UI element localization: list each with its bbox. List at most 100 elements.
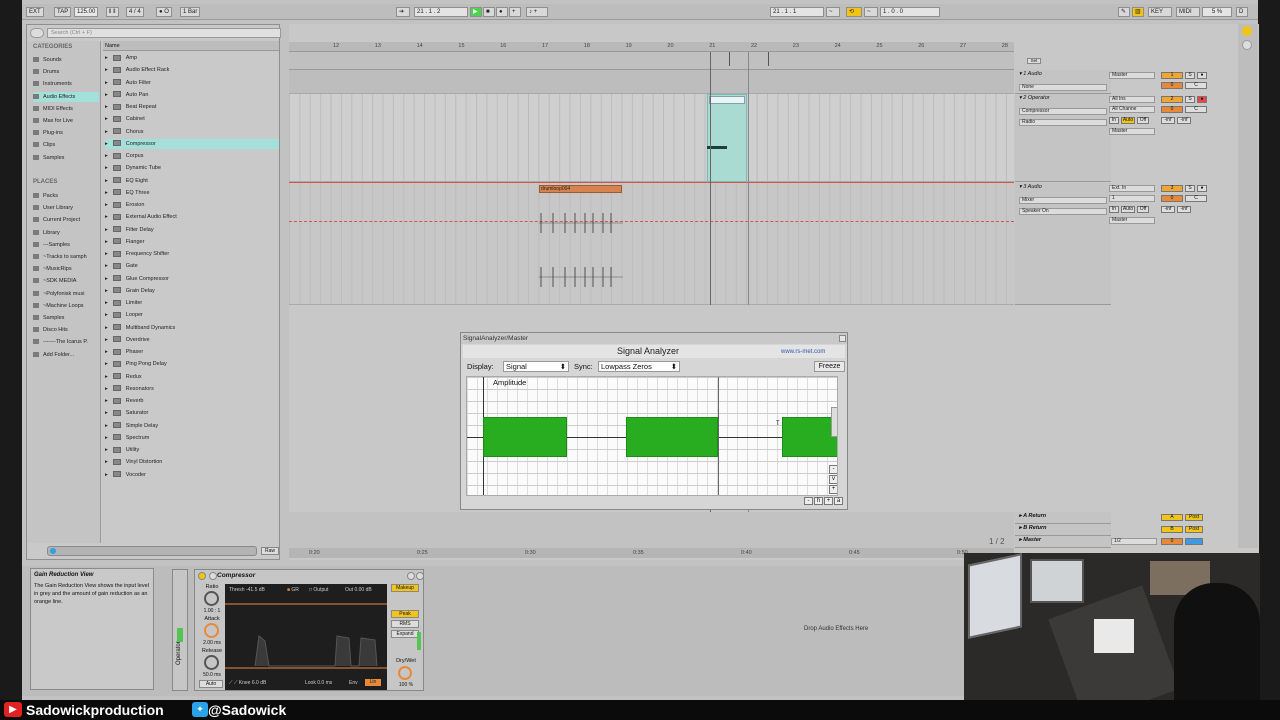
category-samples[interactable]: Samples bbox=[33, 153, 99, 163]
track-3-arm[interactable]: ● bbox=[1197, 185, 1207, 192]
h-zoom-button[interactable]: h bbox=[814, 497, 823, 505]
track-lane-1[interactable] bbox=[289, 70, 1014, 94]
browser-item-frequency-shifter[interactable]: ▸ Frequency Shifter bbox=[105, 249, 279, 259]
track-lane-3[interactable] bbox=[289, 183, 1014, 305]
h-zoom-button[interactable]: a bbox=[834, 497, 843, 505]
track-2-monitor-off[interactable]: Off bbox=[1137, 117, 1149, 124]
track-name-2[interactable]: ▾ 2 Operator bbox=[1019, 95, 1050, 101]
time-signature[interactable]: 4 / 4 bbox=[126, 7, 144, 17]
song-position[interactable]: 21 . 1 . 2 bbox=[414, 7, 468, 17]
track-2-midi-channel[interactable]: All Channe bbox=[1109, 106, 1155, 113]
selected-loop-region[interactable] bbox=[707, 94, 747, 182]
category-sounds[interactable]: Sounds bbox=[33, 55, 99, 65]
locator-area[interactable] bbox=[289, 52, 1014, 70]
return-a-name[interactable]: ▸ A Return bbox=[1019, 513, 1046, 519]
midi-map-button[interactable]: MIDI bbox=[1176, 7, 1200, 17]
automation-arm-button[interactable]: ♪ + bbox=[526, 7, 548, 17]
audio-clip-waveform[interactable] bbox=[539, 208, 623, 298]
follow-button[interactable]: ➔ bbox=[396, 7, 410, 17]
h-zoom-button[interactable]: - bbox=[804, 497, 813, 505]
gain-reduction-display[interactable]: Thresh -41.5 dB ■ GR □ Output Out 0.00 d… bbox=[225, 584, 387, 690]
browser-item-overdrive[interactable]: ▸ Overdrive bbox=[105, 335, 279, 345]
vertical-zoom[interactable]: - v + bbox=[829, 465, 837, 495]
auto-release-button[interactable]: Auto bbox=[199, 680, 223, 688]
preview-icon[interactable] bbox=[50, 548, 56, 554]
device-on-icon[interactable] bbox=[198, 572, 206, 580]
track-2-solo[interactable]: S bbox=[1185, 96, 1195, 103]
browser-item-vocoder[interactable]: ▸ Vocoder bbox=[105, 470, 279, 480]
device-title[interactable]: Compressor bbox=[217, 572, 255, 579]
place-item[interactable]: Packs bbox=[33, 191, 99, 201]
expand-button[interactable]: Expand bbox=[391, 630, 419, 638]
return-b-post[interactable]: Post bbox=[1185, 526, 1203, 533]
place-item[interactable]: ~MusicRips bbox=[33, 264, 99, 274]
track-3-pan[interactable]: C bbox=[1185, 195, 1207, 202]
time-ruler[interactable]: 0:20 0:25 0:30 0:35 0:40 0:45 0:50 bbox=[289, 548, 1014, 558]
browser-search-input[interactable]: Search (Ctrl + F) bbox=[47, 28, 281, 38]
sync-select[interactable]: Lowpass Zeros ⬍ bbox=[598, 361, 680, 372]
punch-out-button[interactable]: ~ bbox=[864, 7, 878, 17]
track-1-volume[interactable]: 0 bbox=[1161, 82, 1183, 89]
track-2-send-b[interactable]: -inf bbox=[1177, 117, 1191, 124]
browser-item-ping-pong-delay[interactable]: ▸ Ping Pong Delay bbox=[105, 359, 279, 369]
browser-item-compressor[interactable]: ▸ Compressor bbox=[105, 138, 279, 149]
master-pan[interactable] bbox=[1185, 538, 1203, 545]
place-item[interactable]: ~SDK MEDIA bbox=[33, 276, 99, 286]
track-3-activator[interactable]: 3 bbox=[1161, 185, 1183, 192]
category-drums[interactable]: Drums bbox=[33, 67, 99, 77]
display-select[interactable]: Signal ⬍ bbox=[503, 361, 569, 372]
tempo-field[interactable]: 125.00 bbox=[74, 7, 99, 17]
tap-tempo-button[interactable]: TAP bbox=[54, 7, 72, 17]
output-gain-readout[interactable]: Out 0.00 dB bbox=[345, 587, 372, 593]
browser-item-filter-delay[interactable]: ▸ Filter Delay bbox=[105, 225, 279, 235]
track-1-output[interactable]: Master bbox=[1109, 72, 1155, 79]
return-b-name[interactable]: ▸ B Return bbox=[1019, 525, 1047, 531]
browser-item-eq-eight[interactable]: ▸ EQ Eight bbox=[105, 176, 279, 186]
drywet-knob[interactable] bbox=[398, 666, 412, 680]
stop-button[interactable]: ■ bbox=[483, 7, 495, 17]
track-name-1[interactable]: ▾ 1 Audio bbox=[1019, 71, 1042, 77]
v-zoom-button[interactable]: + bbox=[829, 485, 837, 494]
place-item[interactable]: ~Machine Loops bbox=[33, 301, 99, 311]
master-volume[interactable]: 0 bbox=[1161, 538, 1183, 545]
track-3-monitor-in[interactable]: In bbox=[1109, 206, 1119, 213]
track-1-pan[interactable]: C bbox=[1185, 82, 1207, 89]
place-item[interactable]: ~Tracks to samph bbox=[33, 252, 99, 262]
browser-item-reverb[interactable]: ▸ Reverb bbox=[105, 396, 279, 406]
play-button[interactable]: ▶ bbox=[470, 7, 482, 17]
track-2-volume[interactable]: 0 bbox=[1161, 106, 1183, 113]
place-item[interactable]: Samples bbox=[33, 313, 99, 323]
category-instruments[interactable]: Instruments bbox=[33, 79, 99, 89]
browser-item-spectrum[interactable]: ▸ Spectrum bbox=[105, 433, 279, 443]
track-3-input-select[interactable]: Mixer bbox=[1019, 197, 1107, 204]
browser-item-cabinet[interactable]: ▸ Cabinet bbox=[105, 114, 279, 124]
place-item[interactable]: Add Folder... bbox=[33, 350, 99, 360]
h-zoom-button[interactable]: + bbox=[824, 497, 833, 505]
category-audio-effects[interactable]: Audio Effects bbox=[33, 91, 99, 102]
browser-item-glue-compressor[interactable]: ▸ Glue Compressor bbox=[105, 274, 279, 284]
device-close-icon[interactable] bbox=[416, 572, 424, 580]
track-1-arm[interactable]: ● bbox=[1197, 72, 1207, 79]
zoom-icon[interactable] bbox=[1242, 40, 1252, 50]
loop-switch[interactable]: ⟲ bbox=[846, 7, 862, 17]
browser-item-gate[interactable]: ▸ Gate bbox=[105, 261, 279, 271]
makeup-button[interactable]: Makeup bbox=[391, 584, 419, 592]
midi-clip-header[interactable] bbox=[709, 96, 745, 104]
overview-toggle-icon[interactable] bbox=[1242, 26, 1252, 36]
track-3-send-a[interactable]: -inf bbox=[1161, 206, 1175, 213]
loop-start-field[interactable]: 21 . 1 . 1 bbox=[770, 7, 824, 17]
track-3-input-channel[interactable]: Speaker On bbox=[1019, 208, 1107, 215]
browser-item-looper[interactable]: ▸ Looper bbox=[105, 310, 279, 320]
place-item[interactable]: User Library bbox=[33, 203, 99, 213]
name-column-header[interactable]: Name bbox=[103, 41, 279, 51]
computer-midi-button[interactable]: ▥ bbox=[1132, 7, 1144, 17]
loop-length-field[interactable]: 1 . 0 . 0 bbox=[880, 7, 940, 17]
browser-item-corpus[interactable]: ▸ Corpus bbox=[105, 151, 279, 161]
close-icon[interactable] bbox=[839, 335, 846, 342]
browser-item-chorus[interactable]: ▸ Chorus bbox=[105, 127, 279, 137]
track-3-monitor-off[interactable]: Off bbox=[1137, 206, 1149, 213]
release-knob[interactable] bbox=[204, 655, 219, 670]
place-item[interactable]: ---Samples bbox=[33, 240, 99, 250]
track-2-input-select[interactable]: Compressor bbox=[1019, 108, 1107, 115]
browser-item-limiter[interactable]: ▸ Limiter bbox=[105, 298, 279, 308]
